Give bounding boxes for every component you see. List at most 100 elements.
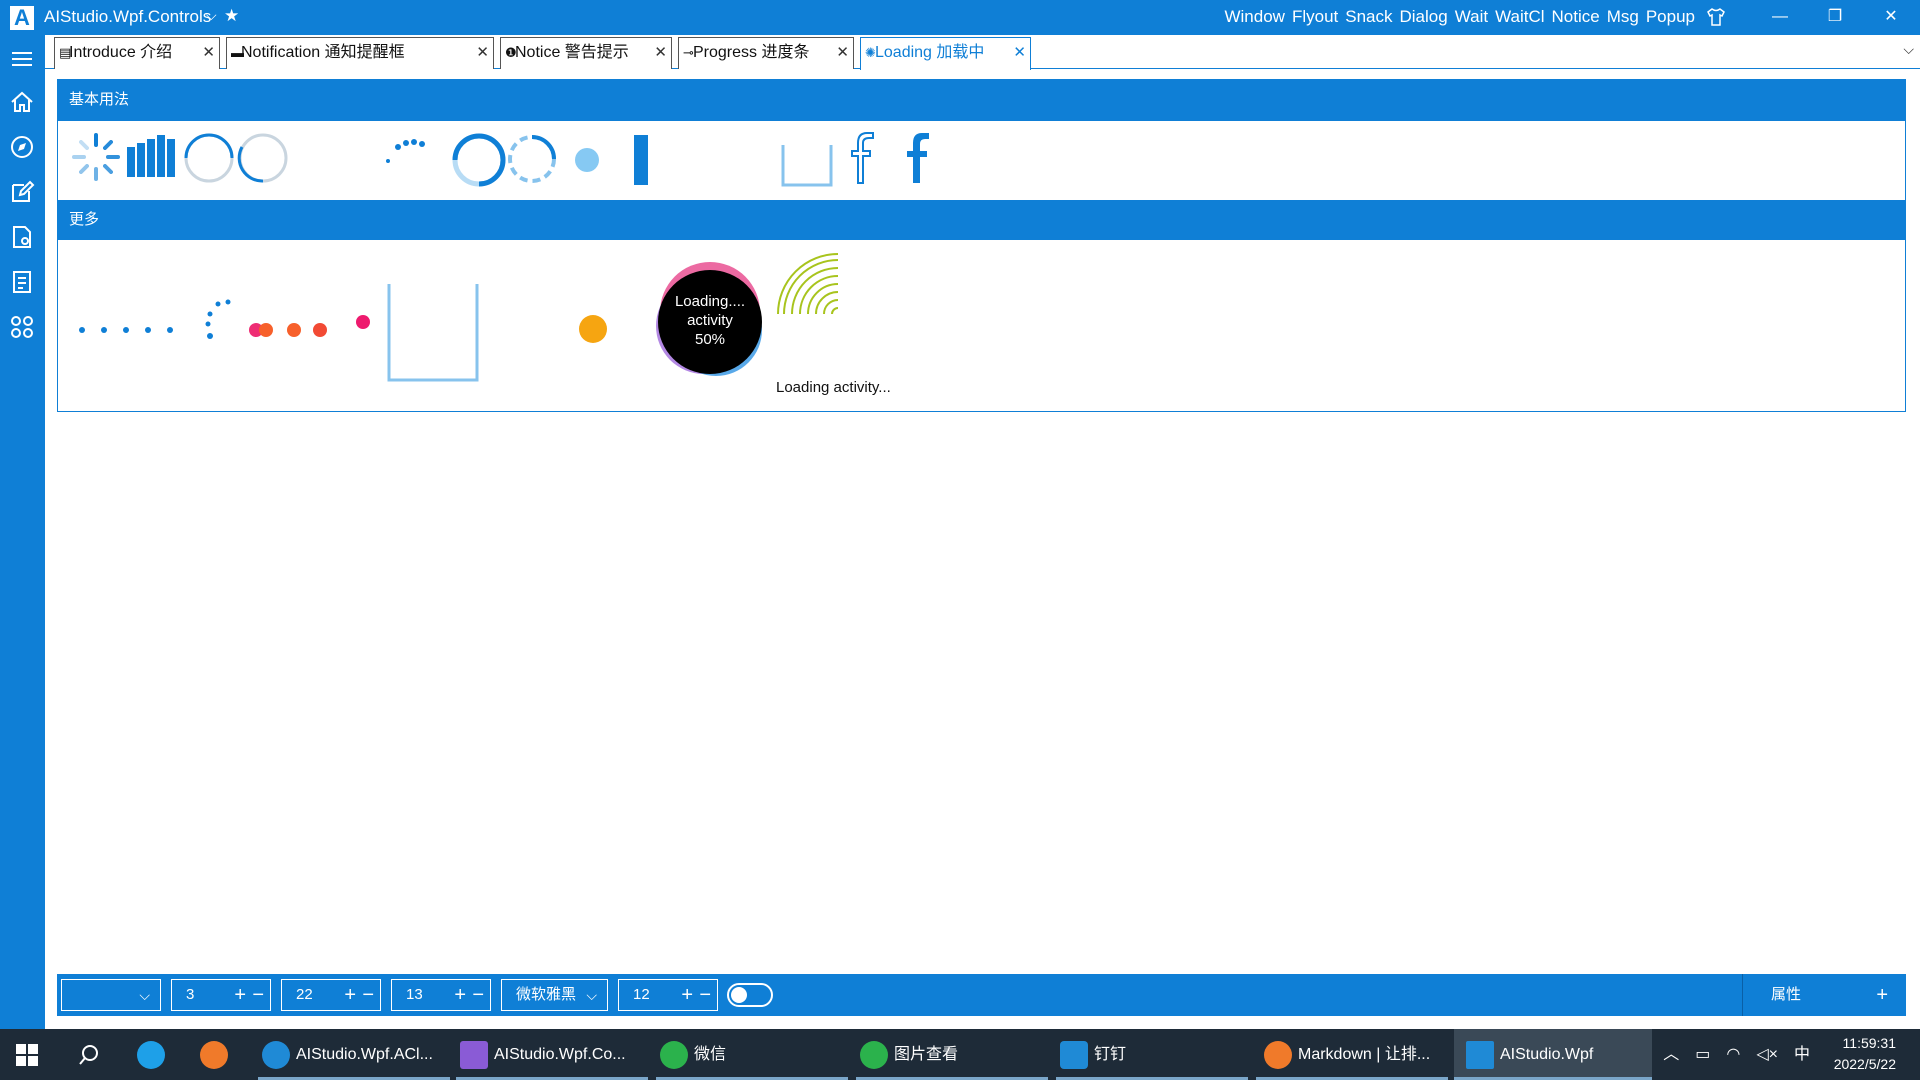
menu-snack[interactable]: Snack bbox=[1345, 7, 1392, 27]
numeric-stepper-1[interactable]: 3 + − bbox=[171, 979, 271, 1011]
plus-icon[interactable]: + bbox=[344, 980, 356, 1010]
tab-label: Notice 警告提示 bbox=[515, 44, 629, 61]
orange-dot-loader bbox=[579, 315, 607, 343]
tab-introduce[interactable]: ▤ Introduce 介绍 ✕ bbox=[54, 37, 220, 69]
taskbar-item-markdown[interactable]: Markdown | 让排... bbox=[1256, 1029, 1448, 1080]
stepper-value: 22 bbox=[296, 986, 313, 1003]
title-bar: A AIStudio.Wpf.Controls ⌵ ★ Window Flyou… bbox=[0, 0, 1920, 35]
visual-studio-icon bbox=[460, 1040, 488, 1069]
taskbar-item-image-viewer[interactable]: 图片查看 bbox=[856, 1029, 1048, 1080]
menu-popup[interactable]: Popup bbox=[1646, 7, 1695, 27]
menu-wait[interactable]: Wait bbox=[1455, 7, 1488, 27]
combo-dropdown[interactable]: ⌵ bbox=[61, 979, 161, 1011]
taskbar-item-dingtalk[interactable]: 钉钉 bbox=[1056, 1029, 1248, 1080]
box-fill-loader bbox=[781, 145, 833, 187]
wechat-image-icon bbox=[860, 1040, 888, 1069]
tab-notification[interactable]: ▬ Notification 通知提醒框 ✕ bbox=[226, 37, 494, 69]
bars-loader bbox=[127, 135, 175, 177]
wave-caption: Loading activity... bbox=[776, 379, 891, 396]
minus-icon[interactable]: − bbox=[252, 980, 264, 1010]
aistudio-icon bbox=[1466, 1040, 1494, 1069]
tab-notice[interactable]: ❶ Notice 警告提示 ✕ bbox=[500, 37, 672, 69]
wifi-icon[interactable]: ◠ bbox=[1726, 1029, 1740, 1080]
document-search-icon[interactable] bbox=[8, 223, 36, 251]
close-icon[interactable]: ✕ bbox=[654, 38, 667, 68]
close-icon[interactable]: ✕ bbox=[476, 38, 489, 68]
chevron-down-icon[interactable]: ⌵ bbox=[206, 7, 217, 24]
markdown-app-icon bbox=[1264, 1040, 1292, 1069]
checklist-icon[interactable] bbox=[8, 268, 36, 296]
hamburger-menu-icon[interactable] bbox=[8, 45, 36, 73]
arc-ring-loader bbox=[237, 133, 288, 183]
close-icon[interactable]: ✕ bbox=[1013, 38, 1026, 68]
main-area: ▤ Introduce 介绍 ✕ ▬ Notification 通知提醒框 ✕ … bbox=[45, 35, 1920, 1029]
wifi-wave-loader bbox=[777, 253, 839, 315]
box-loader bbox=[387, 284, 479, 382]
star-icon[interactable]: ★ bbox=[224, 6, 239, 26]
properties-button[interactable]: 属性 + bbox=[1742, 974, 1906, 1016]
plus-icon[interactable]: + bbox=[454, 980, 466, 1010]
edit-icon[interactable] bbox=[8, 178, 36, 206]
menu-notice[interactable]: Notice bbox=[1552, 7, 1600, 27]
tab-label: Loading 加载中 bbox=[875, 44, 985, 61]
numeric-stepper-4[interactable]: 12 + − bbox=[618, 979, 718, 1011]
taskbar-item-visual-studio[interactable]: AIStudio.Wpf.Co... bbox=[456, 1029, 648, 1080]
minus-icon[interactable]: − bbox=[699, 980, 711, 1010]
tab-label: Progress 进度条 bbox=[693, 44, 810, 61]
plus-icon[interactable]: + bbox=[681, 980, 693, 1010]
clock[interactable]: 11:59:31 2022/5/22 bbox=[1834, 1033, 1896, 1075]
ie-browser-icon[interactable] bbox=[137, 1029, 171, 1080]
windows-start-icon[interactable] bbox=[16, 1029, 46, 1080]
chevron-up-icon[interactable]: ︿ bbox=[1663, 1029, 1679, 1080]
title-menu: Window Flyout Snack Dialog Wait WaitCl N… bbox=[1224, 7, 1695, 27]
menu-msg[interactable]: Msg bbox=[1607, 7, 1639, 27]
minus-icon[interactable]: − bbox=[472, 980, 484, 1010]
plus-icon[interactable]: + bbox=[234, 980, 246, 1010]
loading-icon: ✺ bbox=[865, 45, 876, 60]
taskbar-item-wechat[interactable]: 微信 bbox=[656, 1029, 848, 1080]
volume-muted-icon[interactable]: ◁× bbox=[1756, 1029, 1778, 1080]
plus-icon: + bbox=[1876, 984, 1888, 1006]
dots-spiral-loader bbox=[205, 299, 231, 339]
search-icon[interactable] bbox=[78, 1029, 108, 1080]
taskbar-item-aistudio[interactable]: AIStudio.Wpf bbox=[1454, 1029, 1652, 1080]
theme-shirt-icon[interactable] bbox=[1696, 4, 1736, 30]
ring-loader bbox=[184, 133, 234, 183]
restore-button[interactable]: ❐ bbox=[1815, 4, 1855, 30]
toggle-switch[interactable] bbox=[727, 983, 773, 1007]
taskbar: AIStudio.Wpf.ACl... AIStudio.Wpf.Co... 微… bbox=[0, 1029, 1920, 1080]
minus-icon[interactable]: − bbox=[362, 980, 374, 1010]
apps-icon[interactable] bbox=[8, 313, 36, 341]
numeric-stepper-3[interactable]: 13 + − bbox=[391, 979, 491, 1011]
section-basic-header: 基本用法 bbox=[57, 79, 1906, 121]
menu-flyout[interactable]: Flyout bbox=[1292, 7, 1338, 27]
ime-indicator[interactable]: 中 bbox=[1794, 1029, 1810, 1080]
orange-app-icon[interactable] bbox=[200, 1029, 234, 1080]
document-icon: ▤ bbox=[59, 45, 72, 60]
colored-dots-loader bbox=[249, 323, 327, 337]
home-icon[interactable] bbox=[8, 88, 36, 116]
tab-loading[interactable]: ✺ Loading 加载中 ✕ bbox=[860, 37, 1031, 70]
minimize-button[interactable]: — bbox=[1760, 4, 1800, 30]
numeric-stepper-2[interactable]: 22 + − bbox=[281, 979, 381, 1011]
battery-icon[interactable]: ▭ bbox=[1695, 1029, 1710, 1080]
taskbar-item-edge[interactable]: AIStudio.Wpf.ACl... bbox=[258, 1029, 450, 1080]
pink-dot-loader bbox=[356, 315, 370, 329]
tab-overflow-chevron-icon[interactable]: ⌵ bbox=[1903, 41, 1914, 58]
dingtalk-icon bbox=[1060, 1040, 1088, 1069]
menu-waitcl[interactable]: WaitCl bbox=[1495, 7, 1544, 27]
activity-line-1: Loading.... bbox=[674, 293, 746, 310]
compass-icon[interactable] bbox=[8, 133, 36, 161]
menu-dialog[interactable]: Dialog bbox=[1400, 7, 1448, 27]
close-icon[interactable]: ✕ bbox=[836, 38, 849, 68]
stepper-value: 12 bbox=[633, 986, 650, 1003]
menu-window[interactable]: Window bbox=[1224, 7, 1284, 27]
close-icon[interactable]: ✕ bbox=[202, 38, 215, 68]
font-select[interactable]: 微软雅黑 ⌵ bbox=[501, 979, 608, 1011]
progress-icon: ⊸ bbox=[683, 45, 694, 60]
taskbar-item-label: Markdown | 让排... bbox=[1298, 1046, 1431, 1063]
clock-time: 11:59:31 bbox=[1842, 1035, 1896, 1051]
wechat-icon bbox=[660, 1040, 688, 1069]
tab-progress[interactable]: ⊸ Progress 进度条 ✕ bbox=[678, 37, 854, 69]
close-button[interactable]: ✕ bbox=[1871, 4, 1911, 30]
